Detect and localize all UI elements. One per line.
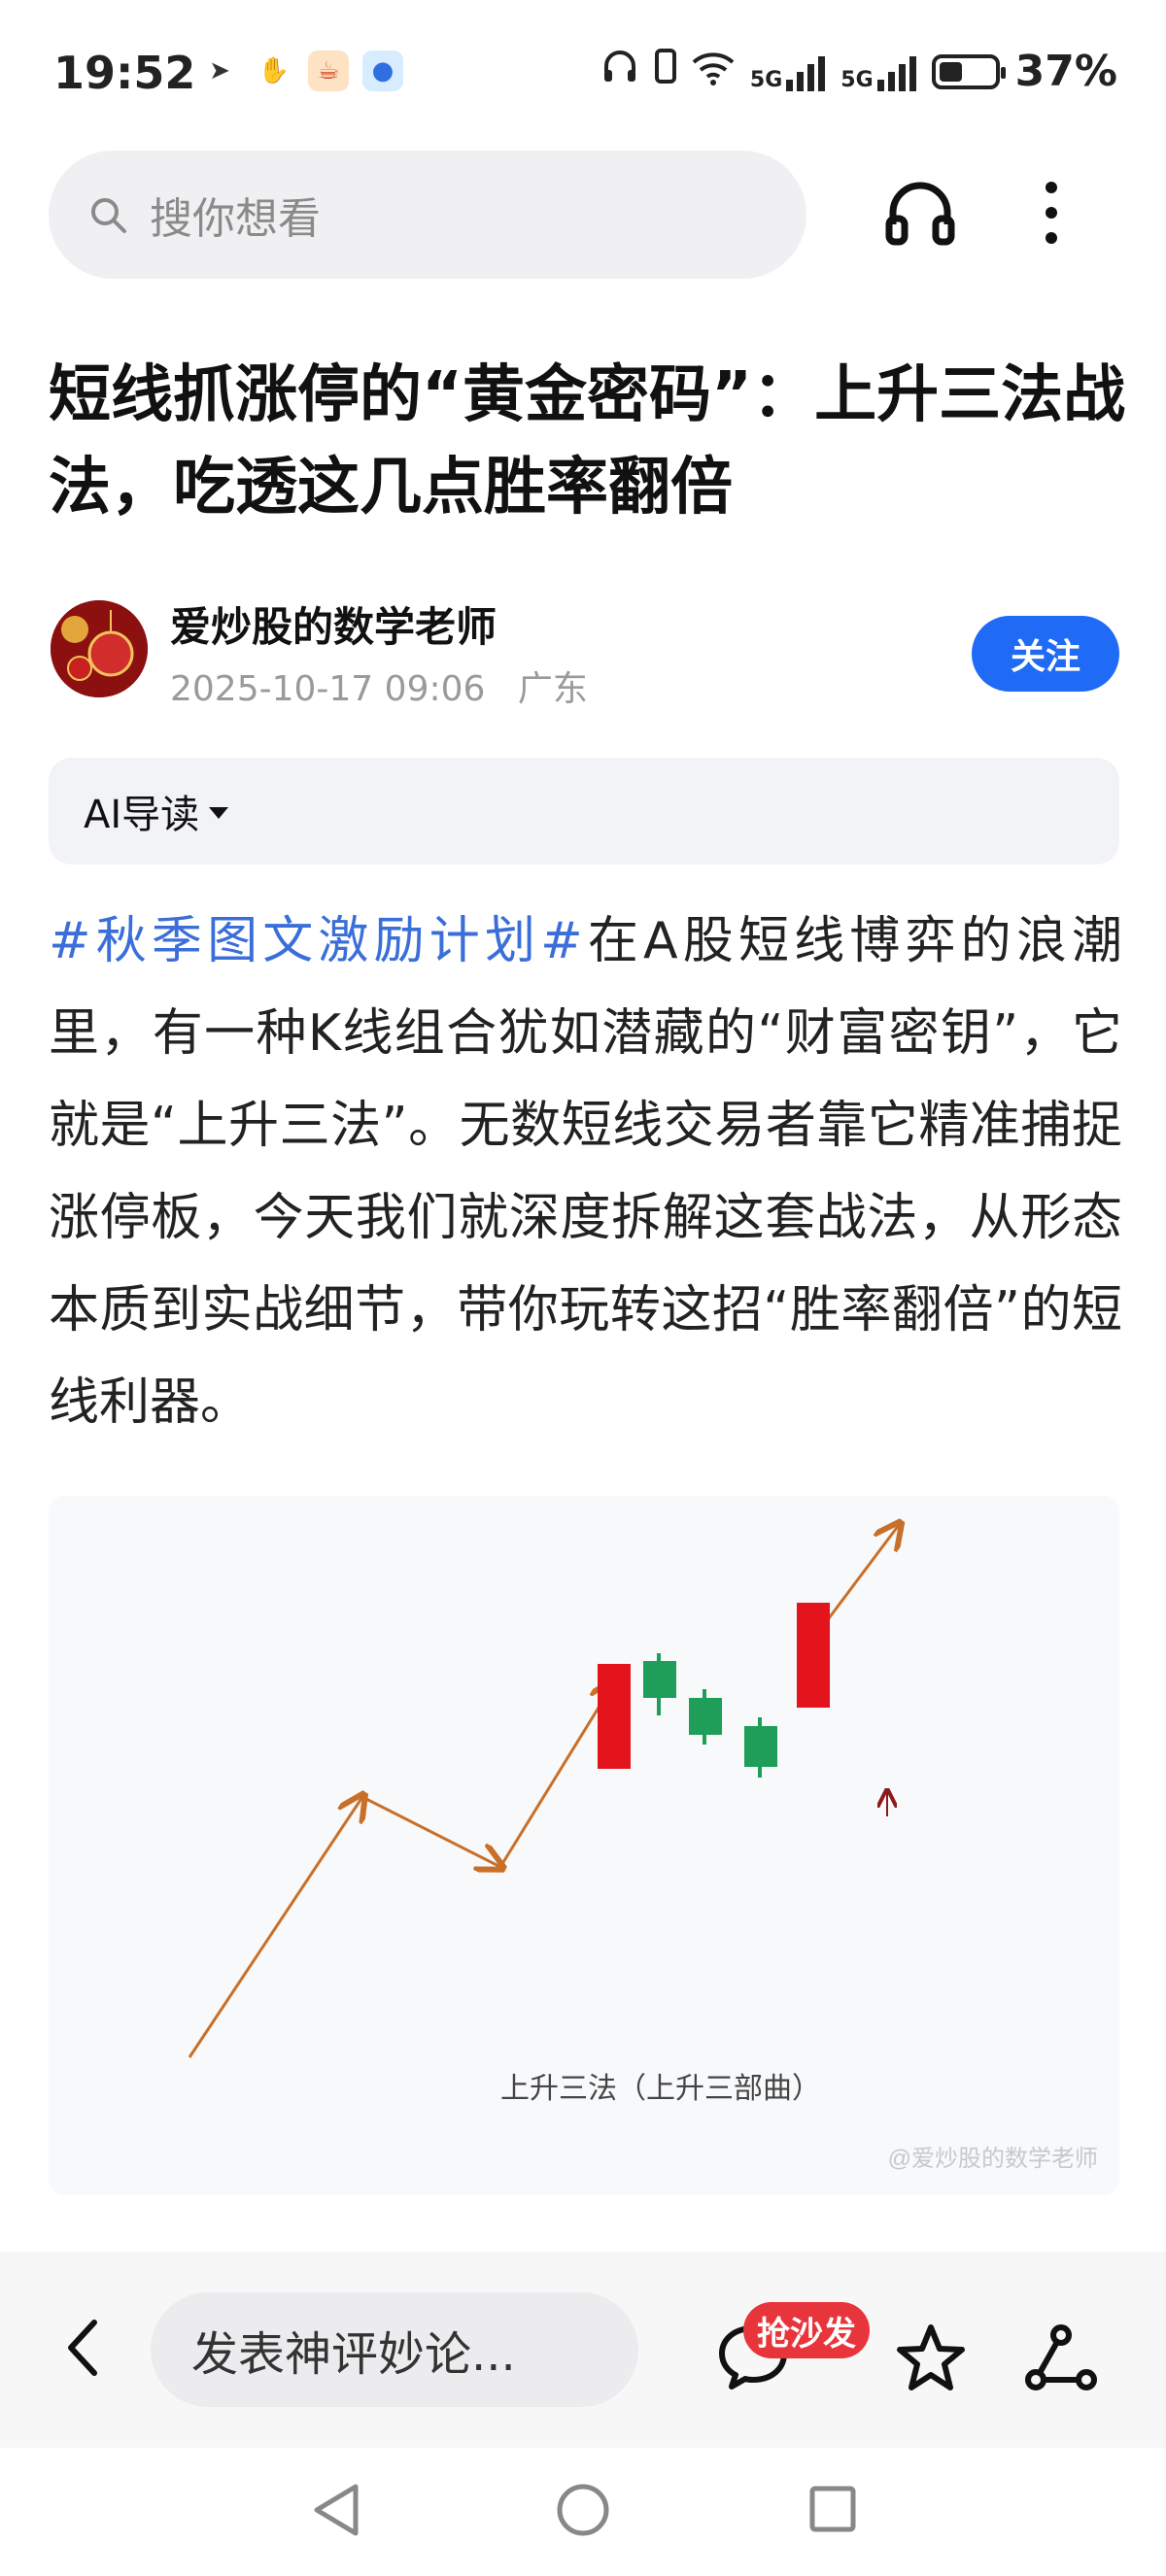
status-bar: 19:52 ➤ ✋ ☕ ● 5G 5G 37% <box>0 0 1166 146</box>
trend-arrow-up-1 <box>188 1797 362 2058</box>
comment-badge: 抢沙发 <box>743 2302 870 2358</box>
network-type-2: 5G <box>840 67 874 92</box>
status-time: 19:52 <box>53 47 196 99</box>
figure-watermark: @爱炒股的数学老师 <box>888 2146 1098 2172</box>
article-paragraph: 在A股短线博弈的浪潮里，有一种K线组合犹如潜藏的“财富密钥”，它就是“上升三法”… <box>49 912 1122 1432</box>
square-recents-icon <box>808 2486 857 2537</box>
chevron-left-icon <box>63 2317 102 2383</box>
star-icon <box>892 2324 970 2401</box>
circle-home-icon <box>556 2484 610 2541</box>
signal-bars-icon <box>786 52 826 91</box>
signal-bars-icon <box>876 52 916 91</box>
trend-arrow-down <box>361 1795 500 1867</box>
author-name[interactable]: 爱炒股的数学老师 <box>170 594 497 654</box>
app-notification-icon: ☕ <box>308 51 349 91</box>
headphones-status-icon <box>600 47 639 96</box>
more-vertical-icon <box>1042 178 1061 252</box>
share-icon <box>1022 2324 1100 2401</box>
candle-green-3 <box>744 1726 777 1767</box>
notification-icons: ➤ ✋ ☕ ● <box>199 51 403 91</box>
network-type-1: 5G <box>749 67 783 92</box>
triangle-back-icon <box>309 2484 361 2543</box>
system-navigation-bar <box>0 2448 1166 2576</box>
assistant-app-icon: ● <box>362 51 403 91</box>
article-image[interactable]: 上升三法（上升三部曲） @爱炒股的数学老师 <box>49 1496 1119 2195</box>
candle-red-1 <box>598 1664 631 1769</box>
article-body: #秋季图文激励计划#在A股短线博弈的浪潮里，有一种K线组合犹如潜藏的“财富密钥”… <box>49 896 1122 1449</box>
search-input[interactable]: 搜你想看 <box>49 151 806 279</box>
post-meta: 2025-10-17 09:06 广东 <box>170 661 588 711</box>
search-placeholder: 搜你想看 <box>150 194 321 244</box>
comment-bubble-icon <box>714 2325 792 2398</box>
headphones-icon <box>883 176 957 254</box>
battery-percent: 37% <box>1014 47 1117 96</box>
ai-guide-toggle[interactable]: AI导读 <box>49 758 1119 864</box>
post-location: 广东 <box>517 669 588 709</box>
back-button[interactable] <box>49 2316 117 2384</box>
comment-input[interactable]: 发表神评妙论... <box>151 2292 638 2407</box>
nav-home-button[interactable] <box>556 2483 610 2541</box>
candle-green-1 <box>643 1661 676 1698</box>
follow-button[interactable]: 关注 <box>972 616 1119 692</box>
hand-icon: ✋ <box>257 56 291 85</box>
post-datetime: 2025-10-17 09:06 <box>170 669 486 709</box>
phone-status-icon <box>654 47 676 96</box>
comment-placeholder: 发表神评妙论... <box>191 2327 516 2382</box>
more-options-button[interactable] <box>1022 171 1080 258</box>
candle-red-2 <box>797 1603 830 1708</box>
signal-2: 5G <box>840 52 916 92</box>
ai-guide-label: AI导读 <box>84 793 200 837</box>
figure-caption: 上升三法（上升三部曲） <box>500 2072 821 2106</box>
rising-three-methods-diagram: 上升三法（上升三部曲） @爱炒股的数学老师 <box>188 1496 1098 2172</box>
article-title: 短线抓涨停的“黄金密码”：上升三法战法，吃透这几点胜率翻倍 <box>49 359 1126 524</box>
nav-back-button[interactable] <box>309 2481 361 2543</box>
author-avatar[interactable] <box>51 600 148 697</box>
nav-recents-button[interactable] <box>808 2485 857 2537</box>
favorite-button[interactable] <box>892 2320 970 2397</box>
battery-fill <box>939 61 962 82</box>
search-icon <box>87 194 128 235</box>
share-button[interactable] <box>1022 2320 1100 2397</box>
hashtag-link[interactable]: #秋季图文激励计划# <box>49 912 583 970</box>
caret-down-icon <box>209 807 229 819</box>
candle-green-2 <box>689 1698 722 1735</box>
trend-arrow-up-2 <box>498 1682 614 1868</box>
signal-1: 5G <box>749 52 826 92</box>
battery-icon <box>931 53 1006 89</box>
listen-headphones-button[interactable] <box>876 171 964 258</box>
system-status: 5G 5G 37% <box>600 47 1117 96</box>
paper-plane-icon: ➤ <box>209 56 230 85</box>
wifi-icon <box>692 47 735 96</box>
